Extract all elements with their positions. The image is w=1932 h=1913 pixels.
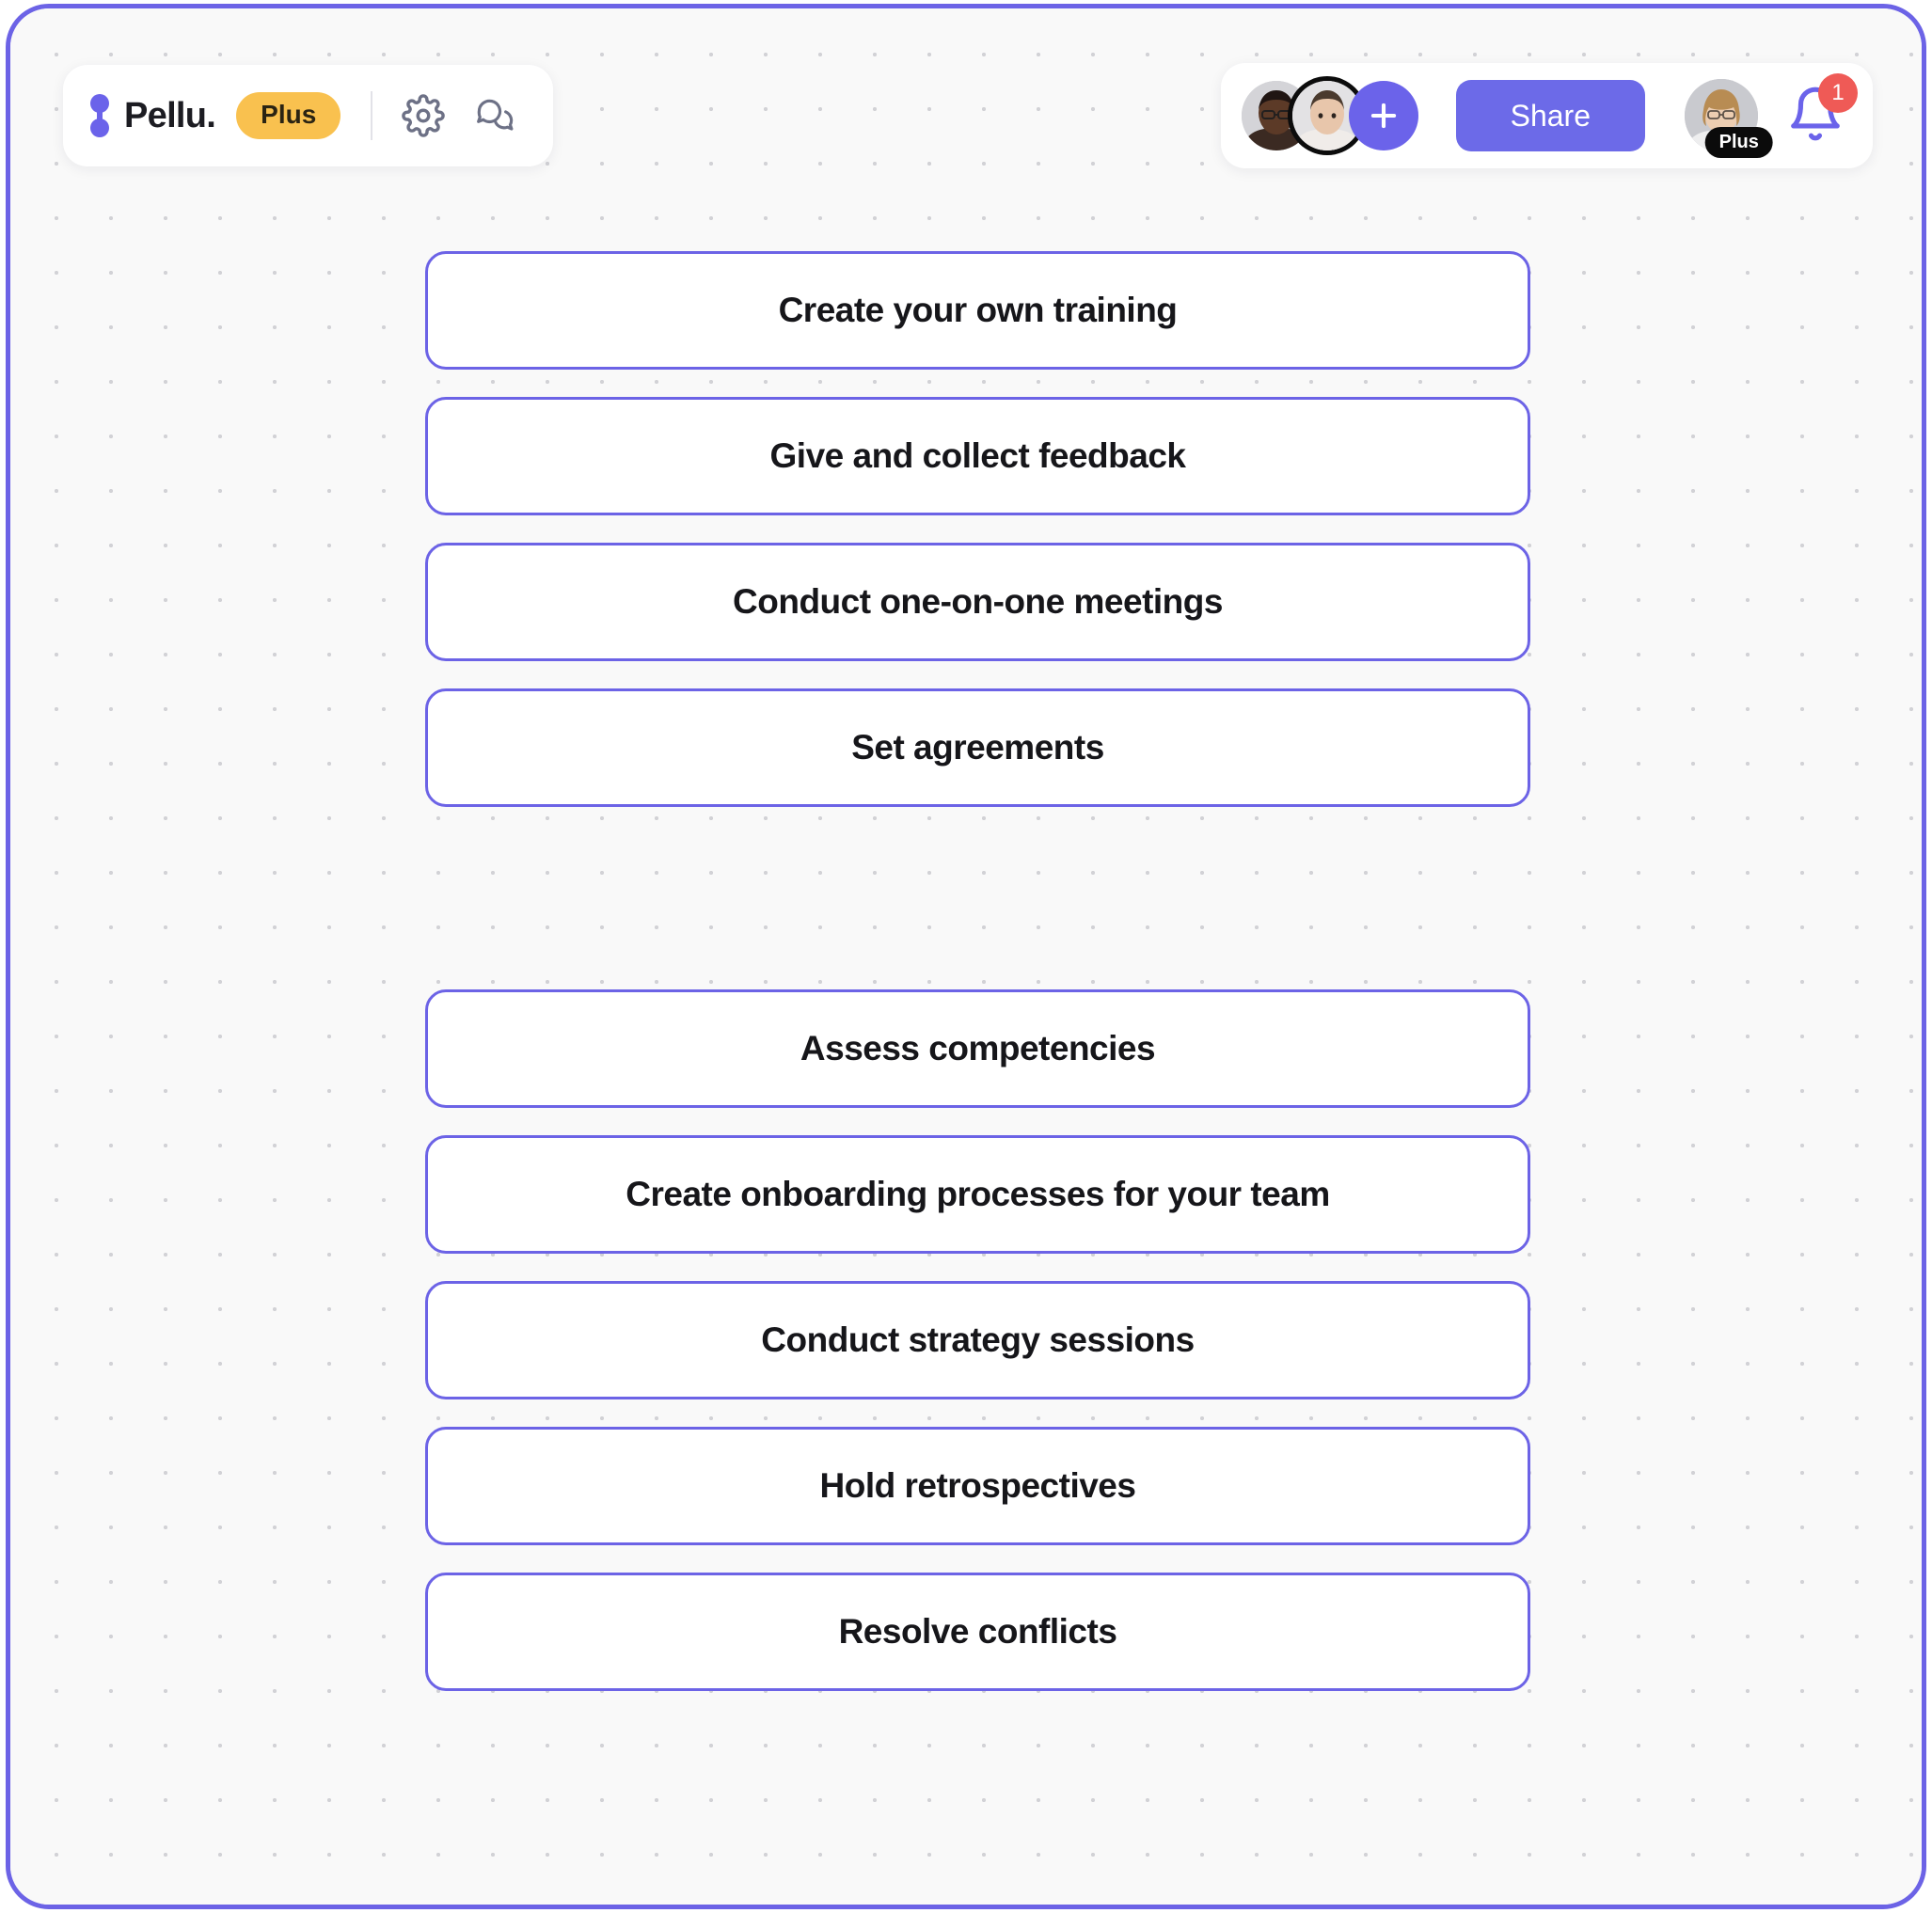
notification-count-badge: 1 xyxy=(1818,73,1858,113)
task-card-label: Assess competencies xyxy=(800,1029,1156,1067)
app-frame: Pellu. Plus Share Plus 1 Create your own… xyxy=(6,4,1926,1909)
notifications-button[interactable]: 1 xyxy=(1786,73,1858,147)
task-card[interactable]: Give and collect feedback xyxy=(425,397,1530,515)
task-card-label: Create your own training xyxy=(778,291,1178,329)
settings-button[interactable] xyxy=(397,89,450,142)
task-card[interactable]: Set agreements xyxy=(425,688,1530,807)
profile-plan-badge: Plus xyxy=(1704,127,1773,158)
task-card[interactable]: Conduct one-on-one meetings xyxy=(425,543,1530,661)
task-card[interactable]: Create your own training xyxy=(425,251,1530,370)
add-member-button[interactable] xyxy=(1348,81,1418,150)
task-card[interactable]: Conduct strategy sessions xyxy=(425,1281,1530,1399)
share-button[interactable]: Share xyxy=(1455,80,1645,151)
hourglass-logo-icon xyxy=(90,94,109,137)
profile-avatar-wrap[interactable]: Plus xyxy=(1685,79,1773,158)
task-card[interactable]: Create onboarding processes for your tea… xyxy=(425,1135,1530,1254)
task-card-label: Set agreements xyxy=(851,728,1104,767)
task-card[interactable]: Assess competencies xyxy=(425,989,1530,1108)
task-card-label: Give and collect feedback xyxy=(769,436,1186,475)
task-card-label: Resolve conflicts xyxy=(838,1612,1117,1651)
task-card[interactable]: Hold retrospectives xyxy=(425,1427,1530,1545)
task-card-label: Conduct strategy sessions xyxy=(761,1320,1195,1359)
card-group-b: Assess competencies Create onboarding pr… xyxy=(425,989,1530,1691)
brand-name: Pellu. xyxy=(124,95,216,135)
gear-icon xyxy=(402,94,446,137)
plan-badge: Plus xyxy=(236,92,341,139)
top-right-toolbar: Share Plus 1 xyxy=(1220,63,1873,168)
task-card[interactable]: Resolve conflicts xyxy=(425,1573,1530,1691)
chat-bubbles-icon xyxy=(477,99,514,131)
collaborator-avatars xyxy=(1241,81,1418,150)
task-card-label: Conduct one-on-one meetings xyxy=(733,582,1223,621)
task-card-label: Hold retrospectives xyxy=(819,1466,1136,1505)
logo-toolbar: Pellu. Plus xyxy=(63,65,554,166)
task-card-label: Create onboarding processes for your tea… xyxy=(626,1175,1330,1213)
toolbar-divider xyxy=(371,91,373,140)
card-group-a: Create your own training Give and collec… xyxy=(425,251,1530,807)
plus-icon xyxy=(1370,103,1396,129)
comments-button[interactable] xyxy=(468,89,521,142)
